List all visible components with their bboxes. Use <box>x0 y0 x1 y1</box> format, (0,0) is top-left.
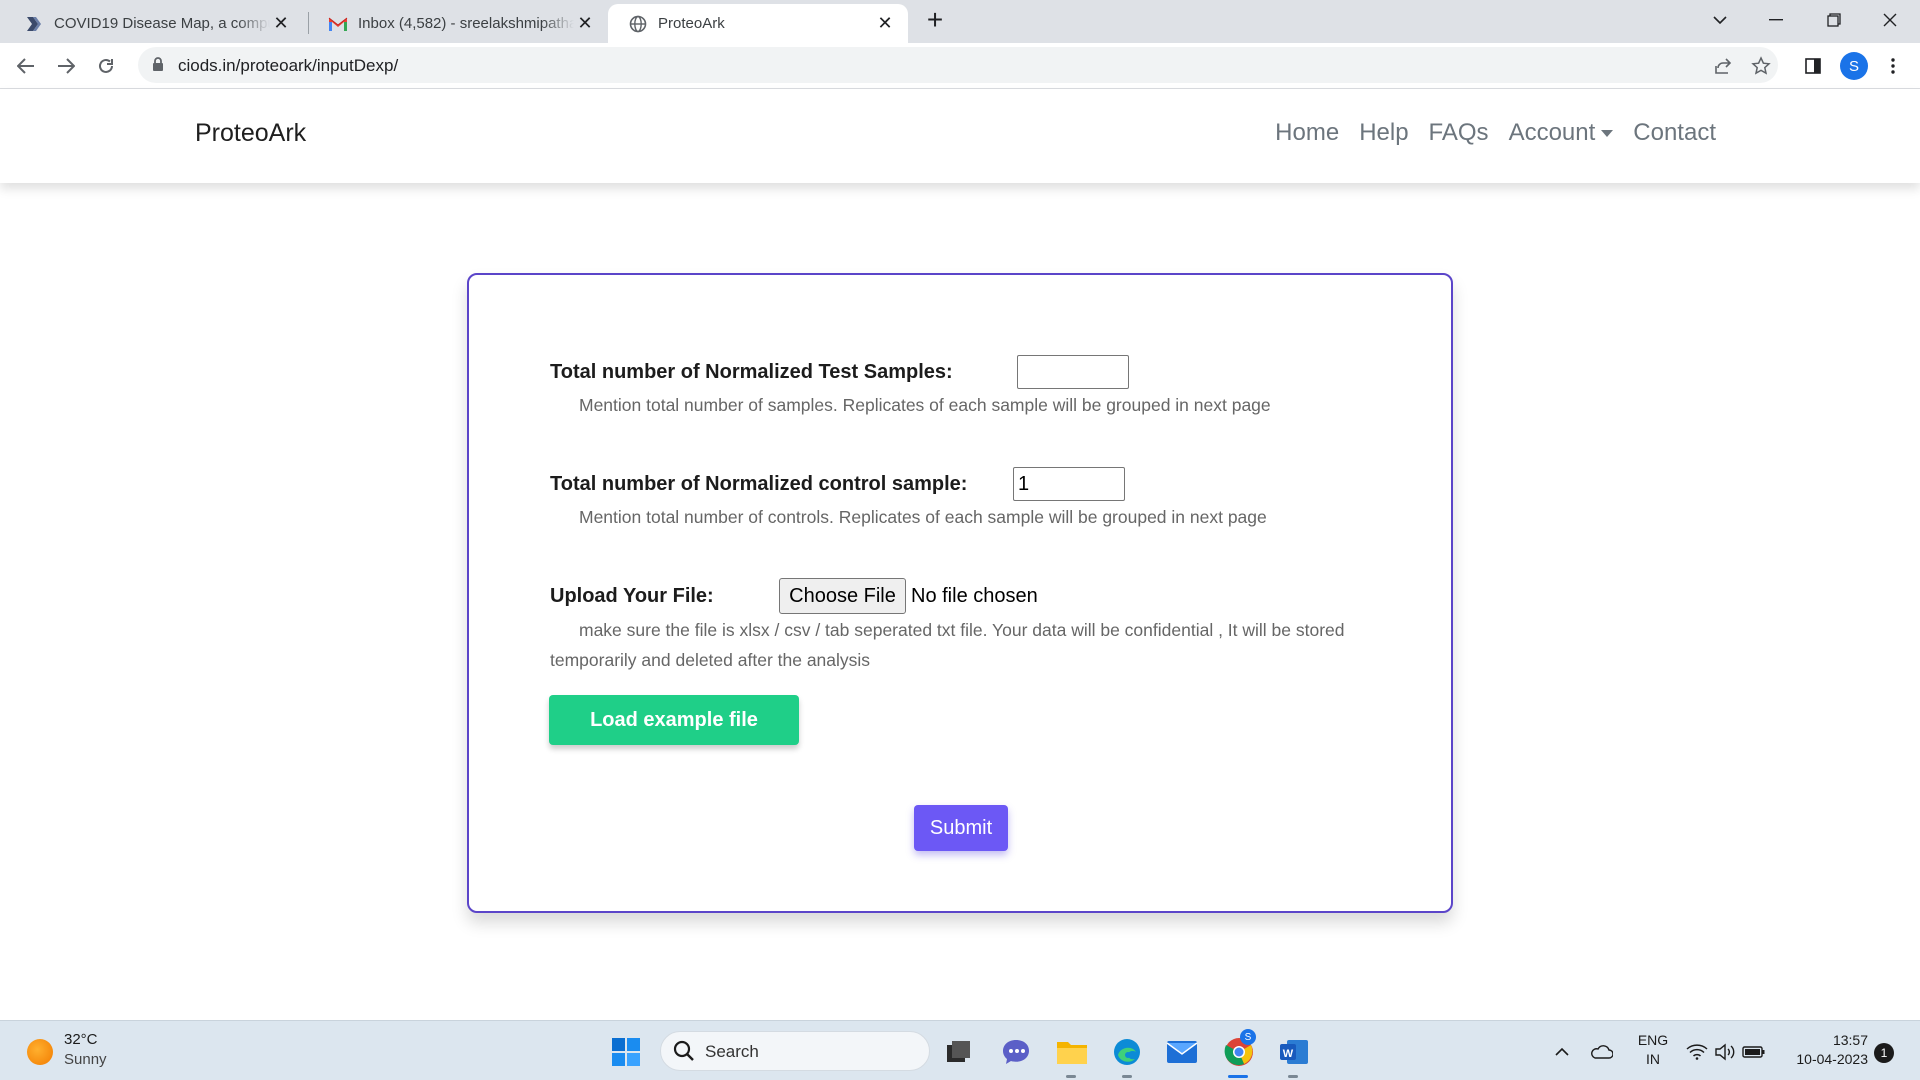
clock-time: 13:57 <box>1832 1032 1868 1048</box>
nav-account-dropdown[interactable]: Account <box>1509 119 1614 147</box>
teams-chat-icon[interactable] <box>999 1035 1033 1069</box>
upload-hint-line1: make sure the file is xlsx / csv / tab s… <box>579 620 1345 640</box>
upload-file-label: Upload Your File: <box>550 585 714 607</box>
onedrive-cloud-icon[interactable] <box>1584 1035 1618 1069</box>
taskbar-search-box[interactable]: Search <box>660 1031 930 1071</box>
clock-date: 10-04-2023 <box>1796 1051 1868 1067</box>
notification-count-badge[interactable]: 1 <box>1874 1043 1894 1063</box>
close-window-icon[interactable] <box>1862 0 1918 40</box>
nav-account-label: Account <box>1508 119 1596 146</box>
control-samples-label: Total number of Normalized control sampl… <box>550 473 968 495</box>
reload-icon[interactable] <box>90 50 122 82</box>
site-brand[interactable]: ProteoArk <box>195 119 306 148</box>
bookmark-star-icon[interactable] <box>1750 55 1772 77</box>
test-samples-label: Total number of Normalized Test Samples: <box>550 361 953 383</box>
close-tab-icon[interactable]: ✕ <box>270 13 292 35</box>
chrome-profile-badge: S <box>1240 1029 1256 1045</box>
nav-contact[interactable]: Contact <box>1633 119 1716 147</box>
globe-favicon-icon <box>628 14 648 34</box>
language-indicator[interactable]: ENG IN <box>1633 1031 1673 1069</box>
svg-text:W: W <box>1283 1048 1294 1060</box>
forward-arrow-icon[interactable] <box>50 50 82 82</box>
address-bar[interactable]: ciods.in/proteoark/inputDexp/ <box>138 47 1778 83</box>
tab-proteoark[interactable]: ProteoArk ✕ <box>608 4 908 43</box>
side-panel-icon[interactable] <box>1798 51 1828 81</box>
running-indicator <box>1066 1075 1076 1078</box>
site-nav-links: Home Help FAQs Account Contact <box>1275 119 1716 147</box>
system-clock[interactable]: 13:57 10-04-2023 <box>1778 1031 1868 1069</box>
word-icon[interactable]: W <box>1277 1035 1311 1069</box>
input-form-card: Total number of Normalized Test Samples:… <box>467 273 1453 913</box>
weather-condition[interactable]: Sunny <box>64 1051 107 1068</box>
nav-help[interactable]: Help <box>1359 119 1408 147</box>
control-samples-input[interactable] <box>1013 467 1125 501</box>
windows-taskbar: 32°C Sunny Search S W ENG IN 13:57 10-04… <box>0 1020 1920 1080</box>
test-samples-hint: Mention total number of samples. Replica… <box>579 395 1271 415</box>
restore-icon[interactable] <box>1806 0 1862 40</box>
covid-map-favicon-icon <box>24 14 44 34</box>
site-navbar: ProteoArk Home Help FAQs Account Contact <box>0 89 1920 183</box>
choose-file-button[interactable]: Choose File <box>779 578 906 614</box>
close-tab-icon[interactable]: ✕ <box>874 13 896 35</box>
lock-icon[interactable] <box>152 57 164 77</box>
share-icon[interactable] <box>1712 55 1734 77</box>
active-indicator <box>1228 1075 1248 1078</box>
new-tab-plus-icon[interactable]: + <box>921 6 949 36</box>
caret-down-icon <box>1601 129 1614 137</box>
browser-toolbar: ciods.in/proteoark/inputDexp/ S <box>0 43 1920 89</box>
file-explorer-icon[interactable] <box>1055 1035 1089 1069</box>
taskbar-search-label: Search <box>705 1042 759 1061</box>
tab-title: ProteoArk <box>658 15 725 32</box>
weather-temperature[interactable]: 32°C <box>64 1031 98 1048</box>
battery-icon[interactable] <box>1737 1035 1771 1069</box>
url-text: ciods.in/proteoark/inputDexp/ <box>178 56 399 75</box>
region-code: IN <box>1646 1051 1660 1067</box>
language-code: ENG <box>1637 1032 1669 1048</box>
sun-weather-icon[interactable] <box>27 1039 53 1065</box>
submit-button[interactable]: Submit <box>914 805 1008 851</box>
tab-covid19-disease-map[interactable]: COVID19 Disease Map, a comput ✕ <box>4 4 304 43</box>
running-indicator <box>1288 1075 1298 1078</box>
mail-icon[interactable] <box>1165 1035 1199 1069</box>
windows-start-icon[interactable] <box>609 1035 643 1069</box>
tab-gmail-inbox[interactable]: Inbox (4,582) - sreelakshmipatha ✕ <box>308 4 608 43</box>
load-example-file-button[interactable]: Load example file <box>549 695 799 745</box>
gmail-favicon-icon <box>328 14 348 34</box>
nav-faqs[interactable]: FAQs <box>1429 119 1489 147</box>
tab-search-chevron-icon[interactable] <box>1692 0 1748 40</box>
tab-title: Inbox (4,582) - sreelakshmipatha <box>358 15 574 32</box>
search-icon <box>673 1040 695 1067</box>
task-view-icon[interactable] <box>942 1035 976 1069</box>
edge-browser-icon[interactable] <box>1110 1035 1144 1069</box>
minimize-icon[interactable] <box>1748 0 1804 40</box>
test-samples-input[interactable] <box>1017 355 1129 389</box>
close-tab-icon[interactable]: ✕ <box>574 13 596 35</box>
control-samples-hint: Mention total number of controls. Replic… <box>579 507 1267 527</box>
browser-tab-strip: COVID19 Disease Map, a comput ✕ Inbox (4… <box>0 0 1920 43</box>
upload-hint-line2: temporarily and deleted after the analys… <box>550 650 871 670</box>
file-status-text: No file chosen <box>911 585 1038 607</box>
chevron-up-icon[interactable] <box>1545 1035 1579 1069</box>
more-menu-icon[interactable] <box>1878 51 1908 81</box>
back-arrow-icon[interactable] <box>10 50 42 82</box>
profile-avatar[interactable]: S <box>1840 52 1868 80</box>
tab-title: COVID19 Disease Map, a comput <box>54 15 270 32</box>
nav-home[interactable]: Home <box>1275 119 1339 147</box>
running-indicator <box>1122 1075 1132 1078</box>
